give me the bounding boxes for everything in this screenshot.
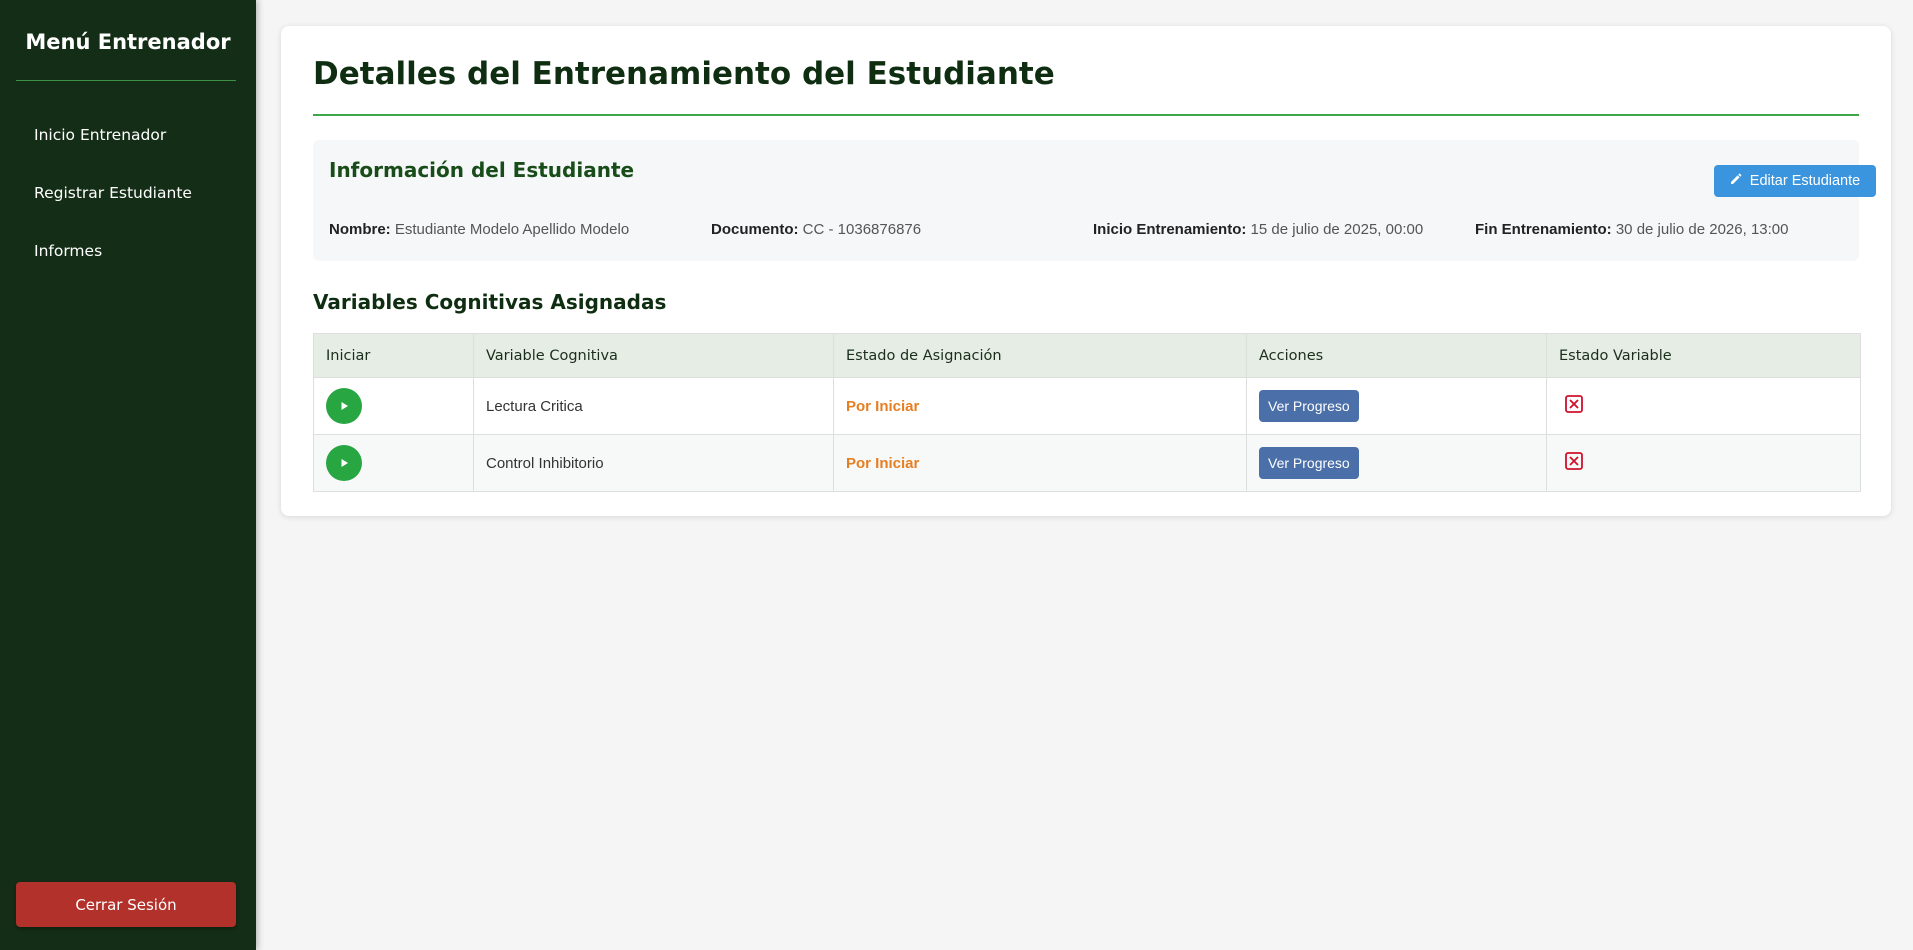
play-button[interactable] bbox=[326, 388, 362, 424]
column-header-estado-variable: Estado Variable bbox=[1546, 333, 1861, 378]
student-info-panel: Información del Estudiante Editar Estudi… bbox=[313, 140, 1876, 261]
status-badge: Por Iniciar bbox=[846, 397, 920, 415]
x-square-icon bbox=[1564, 451, 1584, 471]
variable-state-cell bbox=[1546, 434, 1861, 492]
table-row: Control Inhibitorio Por Iniciar Ver Prog… bbox=[313, 434, 1861, 492]
edit-student-label: Editar Estudiante bbox=[1749, 173, 1861, 189]
variable-state-cell bbox=[1546, 377, 1861, 435]
pencil-icon bbox=[1730, 173, 1742, 189]
sidebar-title: Menú Entrenador bbox=[25, 30, 231, 54]
field-fin-value: 30 de julio de 2026, 13:00 bbox=[1615, 221, 1789, 238]
field-inicio-label: Inicio Entrenamiento: bbox=[1093, 221, 1247, 238]
assignment-status-cell: Por Iniciar bbox=[833, 434, 1247, 492]
edit-student-button[interactable]: Editar Estudiante bbox=[1714, 165, 1876, 197]
variables-table: Iniciar Variable Cognitiva Estado de Asi… bbox=[313, 333, 1861, 492]
field-inicio-entrenamiento: Inicio Entrenamiento: 15 de julio de 202… bbox=[1093, 221, 1423, 238]
field-documento-label: Documento: bbox=[711, 221, 799, 238]
column-header-estado-asignacion: Estado de Asignación bbox=[833, 333, 1247, 378]
sidebar-item-inicio-entrenador[interactable]: Inicio Entrenador bbox=[34, 124, 192, 182]
field-fin-entrenamiento: Fin Entrenamiento: 30 de julio de 2026, … bbox=[1475, 221, 1789, 238]
field-nombre-value: Estudiante Modelo Apellido Modelo bbox=[394, 221, 630, 238]
column-header-iniciar: Iniciar bbox=[313, 333, 474, 378]
actions-cell: Ver Progreso bbox=[1246, 377, 1547, 435]
start-cell bbox=[313, 434, 474, 492]
page-title: Detalles del Entrenamiento del Estudiant… bbox=[313, 56, 1055, 92]
variable-name: Control Inhibitorio bbox=[473, 434, 834, 492]
field-nombre: Nombre: Estudiante Modelo Apellido Model… bbox=[329, 221, 629, 238]
sidebar-item-registrar-estudiante[interactable]: Registrar Estudiante bbox=[34, 182, 192, 240]
play-button[interactable] bbox=[326, 445, 362, 481]
x-square-icon bbox=[1564, 394, 1584, 414]
table-row: Lectura Critica Por Iniciar Ver Progreso bbox=[313, 377, 1861, 435]
main-card: Detalles del Entrenamiento del Estudiant… bbox=[281, 26, 1891, 516]
column-header-variable: Variable Cognitiva bbox=[473, 333, 834, 378]
view-progress-button[interactable]: Ver Progreso bbox=[1259, 447, 1359, 479]
sidebar-divider bbox=[16, 80, 236, 81]
field-fin-label: Fin Entrenamiento: bbox=[1475, 221, 1612, 238]
assignment-status-cell: Por Iniciar bbox=[833, 377, 1247, 435]
field-nombre-label: Nombre: bbox=[329, 221, 391, 238]
status-badge: Por Iniciar bbox=[846, 454, 920, 472]
column-header-acciones: Acciones bbox=[1246, 333, 1547, 378]
play-icon bbox=[341, 459, 348, 467]
sidebar: Menú Entrenador Inicio Entrenador Regist… bbox=[0, 0, 256, 950]
view-progress-button[interactable]: Ver Progreso bbox=[1259, 390, 1359, 422]
title-divider bbox=[313, 114, 1859, 116]
field-documento-value: CC - 1036876876 bbox=[802, 221, 922, 238]
student-info-title: Información del Estudiante bbox=[329, 158, 635, 182]
field-inicio-value: 15 de julio de 2025, 00:00 bbox=[1250, 221, 1424, 238]
variable-name: Lectura Critica bbox=[473, 377, 834, 435]
sidebar-item-informes[interactable]: Informes bbox=[34, 240, 192, 298]
field-documento: Documento: CC - 1036876876 bbox=[711, 221, 921, 238]
sidebar-nav: Inicio Entrenador Registrar Estudiante I… bbox=[34, 124, 192, 298]
play-icon bbox=[341, 402, 348, 410]
table-header-row: Iniciar Variable Cognitiva Estado de Asi… bbox=[313, 333, 1861, 378]
start-cell bbox=[313, 377, 474, 435]
actions-cell: Ver Progreso bbox=[1246, 434, 1547, 492]
logout-button[interactable]: Cerrar Sesión bbox=[16, 882, 236, 927]
variables-section-title: Variables Cognitivas Asignadas bbox=[313, 290, 667, 314]
